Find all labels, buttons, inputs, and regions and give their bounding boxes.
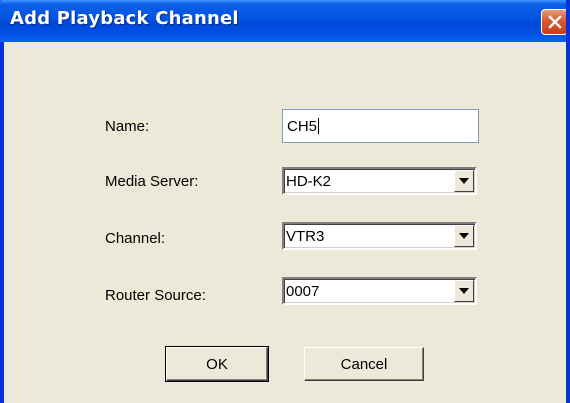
ok-button-label: OK: [206, 355, 228, 373]
chevron-down-icon: [459, 178, 469, 184]
router-source-dropdown-button[interactable]: [454, 280, 474, 302]
router-source-value: 0007: [286, 283, 320, 300]
media-server-value: HD-K2: [286, 173, 332, 190]
text-caret: [318, 118, 320, 134]
channel-select[interactable]: VTR3: [282, 222, 477, 250]
channel-label: Channel:: [105, 230, 166, 247]
close-icon: [547, 15, 562, 29]
cancel-button[interactable]: Cancel: [304, 347, 424, 381]
media-server-dropdown-button[interactable]: [454, 170, 474, 192]
media-server-label: Media Server:: [105, 173, 199, 190]
channel-value: VTR3: [286, 228, 325, 245]
chevron-down-icon: [459, 288, 469, 294]
channel-dropdown-button[interactable]: [454, 225, 474, 247]
name-label: Name:: [105, 118, 150, 135]
title-bar[interactable]: Add Playback Channel: [0, 0, 570, 42]
media-server-select[interactable]: HD-K2: [282, 167, 477, 195]
ok-button[interactable]: OK: [165, 346, 269, 382]
name-field[interactable]: CH5: [282, 109, 479, 143]
router-source-select[interactable]: 0007: [282, 277, 477, 305]
cancel-button-label: Cancel: [340, 355, 388, 373]
name-value: CH5: [287, 118, 318, 135]
router-source-label: Router Source:: [105, 287, 206, 304]
chevron-down-icon: [459, 233, 469, 239]
dialog-window: Add Playback Channel Name: CH5 Media Ser…: [0, 0, 570, 403]
close-button[interactable]: [541, 9, 568, 35]
dialog-title: Add Playback Channel: [10, 8, 239, 29]
